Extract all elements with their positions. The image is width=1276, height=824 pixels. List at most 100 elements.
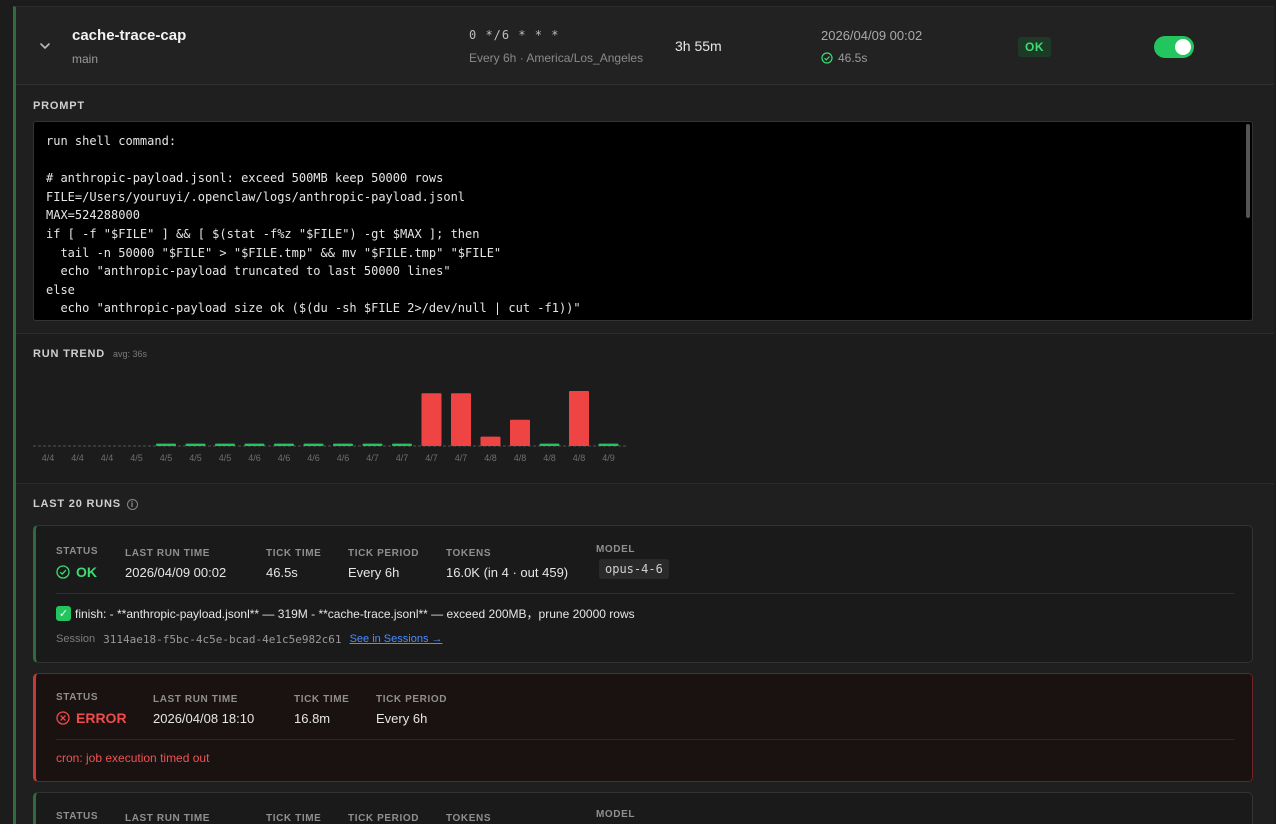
info-icon[interactable]: i: [126, 498, 138, 510]
run-last-time: 2026/04/08 18:10: [153, 711, 255, 726]
next-run-countdown: 3h 55m: [675, 38, 722, 54]
trend-bar[interactable]: [333, 443, 353, 446]
run-finish-summary: ✓ finish: - **anthropic-payload.jsonl** …: [56, 605, 635, 622]
tick-time-label: TICK TIME: [294, 694, 350, 705]
trend-bar[interactable]: [480, 436, 501, 446]
trend-tick-label: 4/5: [189, 453, 202, 463]
finish-text: finish: - **anthropic-payload.jsonl** — …: [75, 607, 635, 621]
tick-period-label: TICK PERIOD: [348, 548, 420, 559]
trend-bar[interactable]: [421, 393, 442, 446]
trend-bar[interactable]: [156, 443, 176, 446]
run-card: STATUS ERROR LAST RUN TIME 2026/04/08 18…: [33, 673, 1253, 782]
trend-bar[interactable]: [510, 419, 530, 446]
trend-bar[interactable]: [451, 393, 471, 446]
trend-bar[interactable]: [185, 443, 206, 446]
last-run-time-label: LAST RUN TIME: [125, 548, 211, 559]
prompt-box[interactable]: run shell command: # anthropic-payload.j…: [33, 121, 1253, 321]
trend-tick-label: 4/6: [307, 453, 320, 463]
toggle-knob: [1175, 39, 1191, 55]
run-trend-label: RUN TREND: [33, 348, 105, 360]
run-card: STATUS LAST RUN TIME TICK TIME TICK PERI…: [33, 792, 1253, 824]
trend-tick-label: 4/8: [543, 453, 556, 463]
trend-bar[interactable]: [215, 443, 235, 446]
trend-tick-label: 4/7: [455, 453, 468, 463]
tick-time-label: TICK TIME: [266, 813, 322, 824]
trend-bar[interactable]: [569, 391, 589, 446]
status-label: STATUS: [56, 546, 99, 557]
trend-tick-label: 4/9: [602, 453, 615, 463]
run-trend-average: avg: 36s: [113, 349, 148, 359]
tick-period-label: TICK PERIOD: [348, 813, 420, 824]
run-tick-time: 16.8m: [294, 711, 331, 726]
trend-tick-label: 4/6: [337, 453, 350, 463]
prompt-scrollbar[interactable]: [1246, 124, 1250, 218]
prompt-text: run shell command: # anthropic-payload.j…: [46, 134, 581, 316]
trend-tick-label: 4/4: [42, 453, 55, 463]
enable-toggle[interactable]: [1154, 36, 1194, 58]
job-branch: main: [72, 52, 99, 66]
schedule-description: Every 6h · America/Los_Angeles: [469, 51, 644, 65]
trend-tick-label: 4/7: [396, 453, 409, 463]
run-status: ERROR: [56, 710, 127, 726]
chevron-down-icon[interactable]: [38, 39, 52, 53]
trend-tick-label: 4/8: [573, 453, 586, 463]
status-badge: OK: [1018, 37, 1051, 57]
trend-bar[interactable]: [539, 443, 560, 446]
trend-bar[interactable]: [303, 443, 324, 446]
trend-bar[interactable]: [362, 443, 383, 446]
run-tick-time: 46.5s: [266, 565, 298, 580]
last-run-time-label: LAST RUN TIME: [125, 813, 211, 824]
trend-bar[interactable]: [598, 443, 619, 446]
divider: [56, 739, 1234, 740]
trend-tick-label: 4/8: [484, 453, 497, 463]
run-tick-period: Every 6h: [348, 565, 400, 580]
session-info: Session 3114ae18-f5bc-4c5e-bcad-4e1c5e98…: [56, 633, 443, 646]
trend-bar[interactable]: [244, 443, 265, 446]
check-circle-icon: [56, 565, 70, 579]
run-tick-period: Every 6h: [376, 711, 428, 726]
model-label: MODEL: [596, 809, 636, 820]
trend-tick-label: 4/6: [248, 453, 261, 463]
trend-tick-label: 4/5: [130, 453, 143, 463]
divider: [16, 483, 1274, 484]
check-circle-icon: [821, 52, 833, 64]
model-label: MODEL: [596, 544, 636, 555]
tick-period-label: TICK PERIOD: [376, 694, 448, 705]
run-error-message: cron: job execution timed out: [56, 751, 210, 765]
trend-bar[interactable]: [274, 443, 294, 446]
divider: [56, 593, 1234, 594]
session-id: 3114ae18-f5bc-4c5e-bcad-4e1c5e982c61: [103, 633, 342, 646]
see-in-sessions-link[interactable]: See in Sessions →: [350, 633, 443, 646]
tokens-label: TOKENS: [446, 548, 492, 559]
trend-tick-label: 4/4: [101, 453, 114, 463]
last-run-time: 2026/04/09 00:02: [821, 28, 923, 43]
check-mark-icon: ✓: [56, 606, 71, 621]
trend-tick-label: 4/7: [425, 453, 438, 463]
status-label: STATUS: [56, 811, 99, 822]
run-status-text: ERROR: [76, 710, 127, 726]
trend-tick-label: 4/8: [514, 453, 527, 463]
tokens-label: TOKENS: [446, 813, 492, 824]
error-circle-icon: [56, 711, 70, 725]
job-name: cache-trace-cap: [72, 27, 187, 44]
last-run-time-label: LAST RUN TIME: [153, 694, 239, 705]
trend-tick-label: 4/5: [219, 453, 232, 463]
job-card: cache-trace-cap main 0 */6 * * * Every 6…: [13, 6, 1274, 824]
run-trend-chart: 4/4 4/4 4/4 4/5 4/5 4/5 4/5 4/6 4/6 4/6 4/6 4/7 4/7 4…: [33, 391, 628, 463]
trend-tick-label: 4/5: [160, 453, 173, 463]
job-header[interactable]: cache-trace-cap main 0 */6 * * * Every 6…: [16, 7, 1274, 85]
run-model: opus-4-6: [599, 559, 669, 579]
trend-tick-label: 4/6: [278, 453, 291, 463]
run-status: OK: [56, 564, 97, 580]
prompt-label: PROMPT: [33, 100, 85, 112]
last-runs-title: LAST 20 RUNS: [33, 498, 121, 510]
run-last-time: 2026/04/09 00:02: [125, 565, 227, 580]
last-runs-label: LAST 20 RUNS i: [33, 498, 138, 510]
status-label: STATUS: [56, 692, 99, 703]
trend-bar[interactable]: [392, 443, 412, 446]
last-run-duration: 46.5s: [821, 51, 867, 65]
run-status-text: OK: [76, 564, 97, 580]
run-tokens: 16.0K (in 4 · out 459): [446, 565, 569, 580]
cron-expression: 0 */6 * * *: [469, 28, 560, 42]
last-duration-value: 46.5s: [838, 51, 868, 65]
